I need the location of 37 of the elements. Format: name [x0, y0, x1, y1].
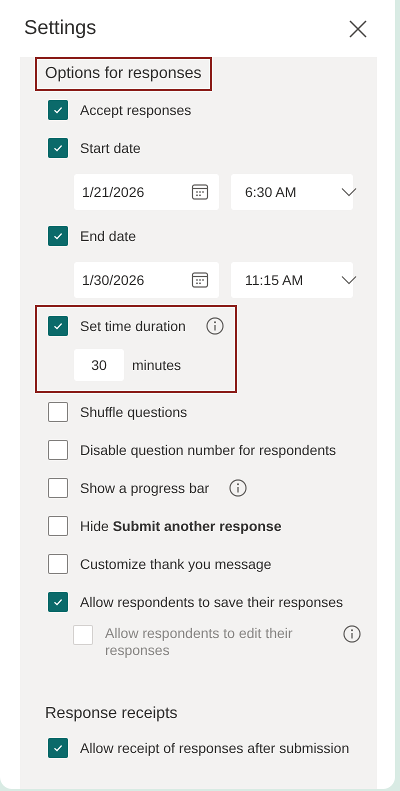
option-label: Show a progress bar	[80, 480, 210, 496]
panel-title: Settings	[24, 17, 96, 40]
calendar-icon[interactable]	[191, 271, 209, 289]
checkbox[interactable]	[48, 226, 68, 246]
checkbox[interactable]	[48, 440, 68, 460]
checkbox[interactable]	[48, 592, 68, 612]
option-label: Allow respondents to save their responses	[80, 594, 344, 610]
option-label: End date	[80, 228, 136, 244]
date-field[interactable]: 1/30/2026	[74, 262, 219, 298]
unit-label: minutes	[132, 357, 182, 373]
option-label: Disable question number for respondents	[80, 442, 336, 458]
chevron-down-icon	[341, 275, 357, 285]
option-label: Customize thank you message	[80, 556, 272, 572]
option-label: Accept responses	[80, 102, 192, 118]
checkbox[interactable]	[48, 100, 68, 120]
info-icon[interactable]	[206, 317, 224, 335]
duration-field[interactable]: 30	[74, 349, 124, 381]
checkbox[interactable]	[48, 516, 68, 536]
checkbox[interactable]	[48, 554, 68, 574]
date-field[interactable]: 1/21/2026	[74, 174, 219, 210]
info-icon[interactable]	[229, 479, 248, 497]
checkbox[interactable]	[48, 478, 68, 498]
option-label: Shuffle questions	[80, 404, 188, 420]
option-label: Allow receipt of responses after submission	[80, 740, 350, 756]
option-label: Start date	[80, 140, 141, 156]
option-label: Hide Submit another response	[80, 518, 282, 534]
checkbox[interactable]	[48, 138, 68, 158]
close-icon[interactable]	[349, 20, 367, 38]
calendar-icon[interactable]	[191, 183, 209, 201]
checkbox[interactable]	[48, 316, 68, 336]
option-label: Set time duration	[80, 318, 186, 334]
checkbox[interactable]	[48, 738, 68, 758]
section-title: Options for responses	[35, 57, 212, 91]
chevron-down-icon	[341, 187, 357, 197]
section-title: Response receipts	[44, 704, 179, 724]
checkbox[interactable]	[48, 402, 68, 422]
option-label: Allow respondents to edit their responses	[105, 625, 294, 659]
